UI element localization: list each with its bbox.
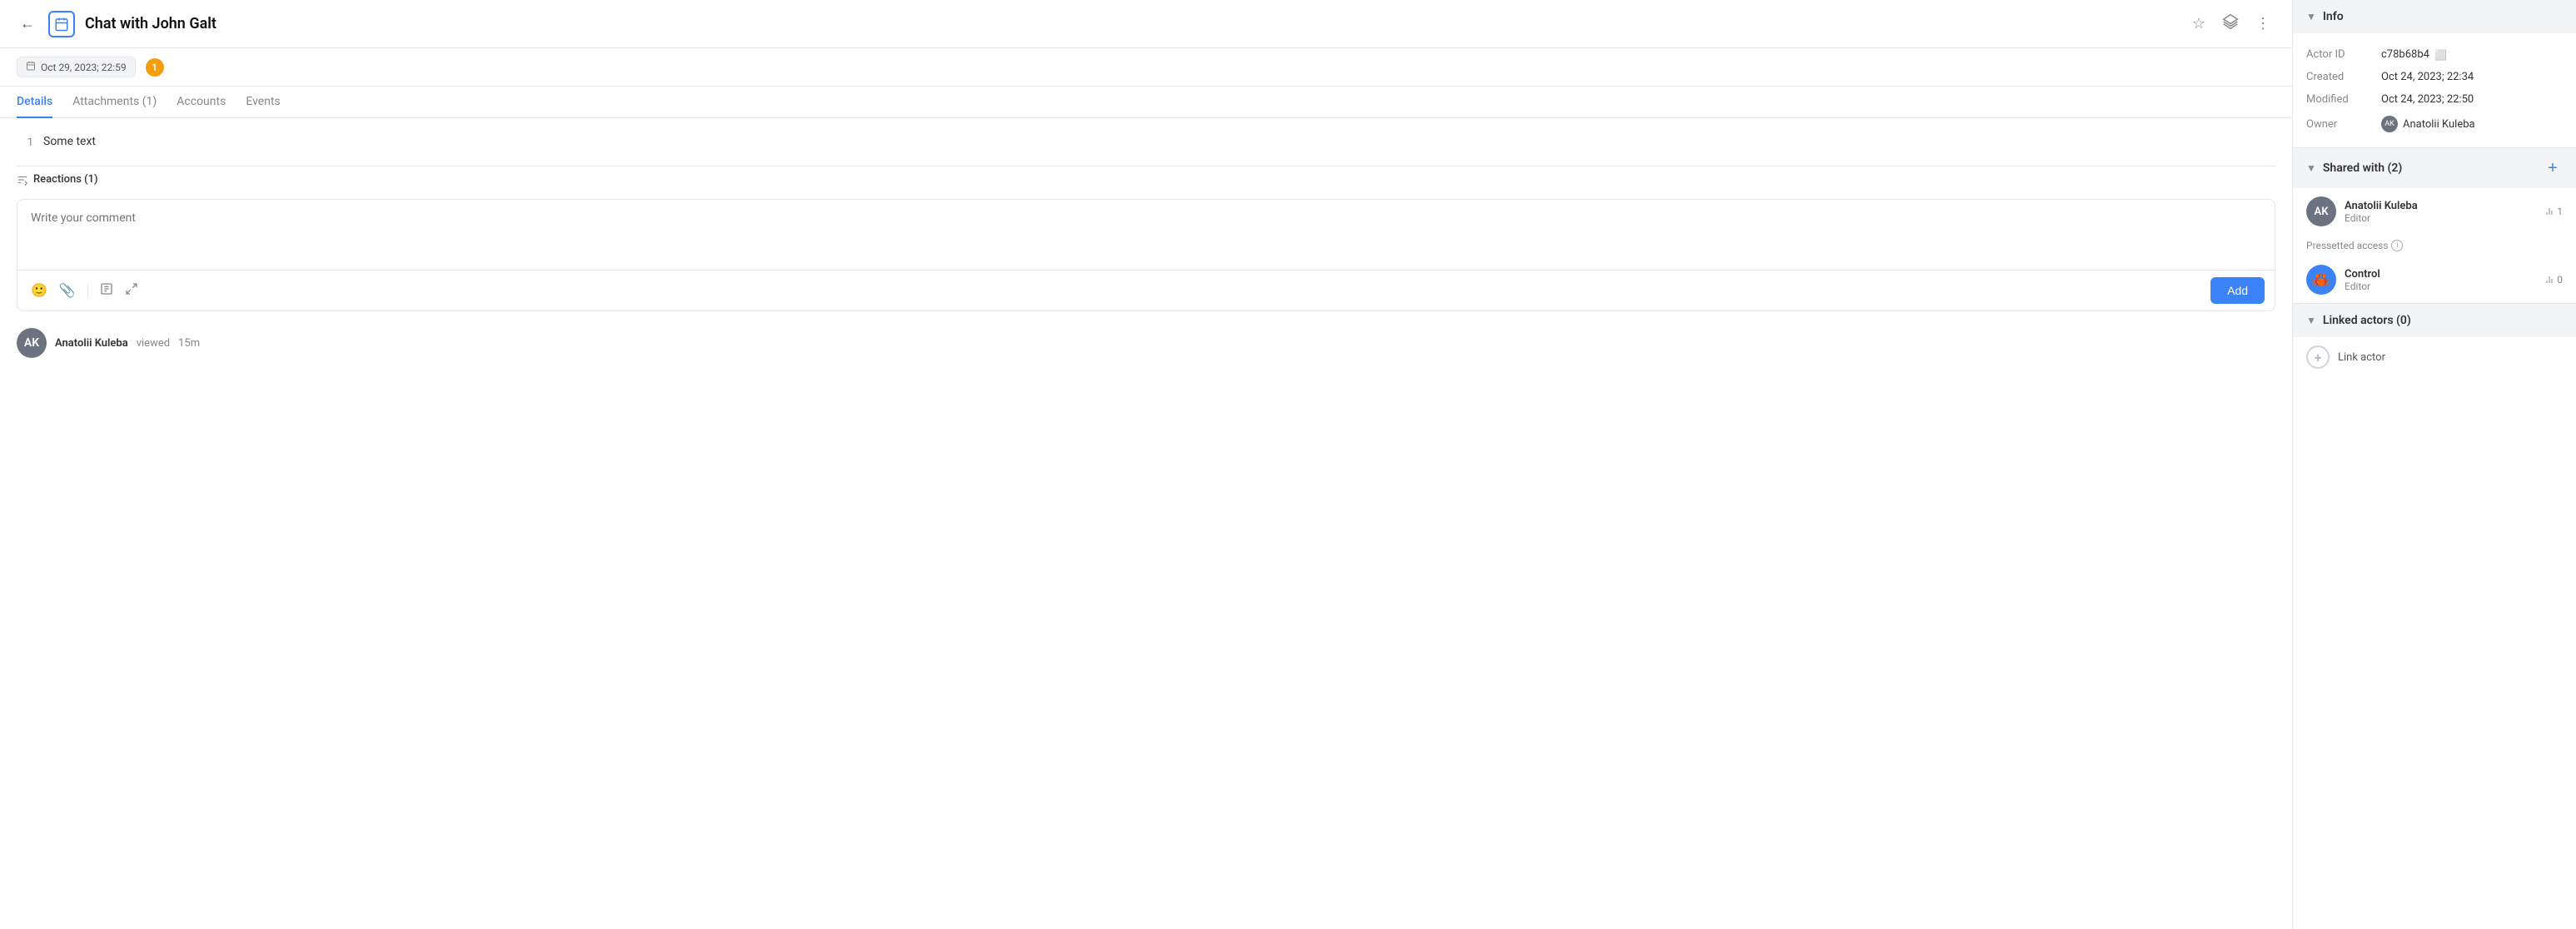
chevron-down-icon-3: ▼ — [2306, 315, 2316, 326]
presett-label: Pressetted access i — [2293, 235, 2576, 256]
calendar-icon — [48, 11, 75, 37]
created-row: Created Oct 24, 2023; 22:34 — [2306, 66, 2563, 88]
owner-label: Owner — [2306, 118, 2381, 131]
modified-value: Oct 24, 2023; 22:50 — [2381, 93, 2474, 106]
viewer-info: AK Anatolii Kuleba viewed 15m — [17, 325, 2275, 358]
star-icon: ☆ — [2192, 15, 2206, 32]
template-icon — [125, 285, 138, 299]
comment-box: 🙂 📎 — [17, 199, 2275, 311]
sort-icon — [17, 174, 28, 186]
message-text: Some text — [43, 135, 96, 148]
viewer-avatar: AK — [17, 328, 47, 358]
message-item: 1 Some text — [17, 135, 2275, 149]
comment-toolbar: 🙂 📎 — [17, 270, 2275, 310]
info-rows: Actor ID c78b68b4 ⬜ Created Oct 24, 2023… — [2293, 33, 2576, 147]
shared-user-name: Anatolii Kuleba — [2345, 200, 2536, 212]
modified-label: Modified — [2306, 93, 2381, 106]
template-button[interactable] — [122, 279, 142, 303]
info-section-header[interactable]: ▼ Info — [2293, 0, 2576, 33]
toolbar-divider — [87, 284, 88, 297]
tab-accounts[interactable]: Accounts — [177, 87, 226, 118]
shared-user-avatar: AK — [2306, 196, 2336, 226]
control-name: Control — [2345, 268, 2536, 281]
created-value: Oct 24, 2023; 22:34 — [2381, 71, 2474, 83]
link-actor-item[interactable]: + Link actor — [2293, 337, 2576, 377]
header-actions: ☆ ⋮ — [2187, 8, 2275, 39]
more-icon: ⋮ — [2255, 15, 2270, 32]
tab-details[interactable]: Details — [17, 87, 52, 118]
mention-icon — [100, 285, 113, 299]
link-actor-plus-icon: + — [2306, 345, 2330, 369]
date-badge: Oct 29, 2023; 22:59 — [17, 57, 136, 77]
modified-row: Modified Oct 24, 2023; 22:50 — [2306, 88, 2563, 111]
linked-section: ▼ Linked actors (0) + Link actor — [2293, 304, 2576, 377]
paperclip-icon: 📎 — [59, 284, 76, 298]
shared-user-info: Anatolii Kuleba Editor — [2345, 200, 2536, 224]
viewer-time: 15m — [178, 337, 200, 350]
control-info: Control Editor — [2345, 268, 2536, 292]
created-label: Created — [2306, 71, 2381, 83]
owner-avatar: AK — [2381, 116, 2398, 132]
page-title: Chat with John Galt — [85, 15, 2177, 32]
mention-button[interactable] — [97, 279, 117, 303]
control-stat: 0 — [2544, 274, 2563, 286]
viewer-name: Anatolii Kuleba — [55, 337, 128, 350]
shared-user-stat: 1 — [2544, 206, 2563, 217]
chevron-down-icon: ▼ — [2306, 11, 2316, 22]
calendar-small-icon — [26, 61, 36, 73]
layers-button[interactable] — [2217, 8, 2244, 39]
presett-info-icon[interactable]: i — [2391, 240, 2403, 251]
right-panel: ▼ Info Actor ID c78b68b4 ⬜ Created Oct 2… — [2293, 0, 2576, 929]
shared-user-role: Editor — [2345, 212, 2536, 224]
control-avatar: 🦀 — [2306, 265, 2336, 295]
more-button[interactable]: ⋮ — [2250, 10, 2275, 37]
chevron-down-icon-2: ▼ — [2306, 162, 2316, 174]
linked-section-header[interactable]: ▼ Linked actors (0) — [2293, 304, 2576, 337]
reactions-section: Reactions (1) — [17, 166, 2275, 199]
actor-id-row: Actor ID c78b68b4 ⬜ — [2306, 43, 2563, 66]
control-item: 🦀 Control Editor 0 — [2293, 256, 2576, 303]
viewer-action: viewed — [137, 337, 170, 350]
shared-user-item: AK Anatolii Kuleba Editor 1 — [2293, 188, 2576, 235]
tab-attachments[interactable]: Attachments (1) — [72, 87, 157, 118]
star-button[interactable]: ☆ — [2187, 10, 2210, 37]
info-section: ▼ Info Actor ID c78b68b4 ⬜ Created Oct 2… — [2293, 0, 2576, 148]
shared-section-label: Shared with (2) — [2323, 161, 2402, 175]
main-content: 1 Some text Reactions (1) 🙂 — [0, 118, 2292, 929]
link-actor-label: Link actor — [2338, 351, 2385, 364]
message-number: 1 — [17, 135, 33, 149]
emoji-icon: 🙂 — [31, 284, 47, 298]
actor-id-value: c78b68b4 ⬜ — [2381, 48, 2447, 61]
count-badge: 1 — [146, 58, 164, 77]
back-icon: ← — [20, 15, 35, 32]
back-button[interactable]: ← — [17, 12, 38, 36]
info-section-label: Info — [2323, 10, 2344, 23]
add-comment-button[interactable]: Add — [2210, 277, 2265, 304]
shared-section-header[interactable]: ▼ Shared with (2) + — [2293, 148, 2576, 188]
add-shared-button[interactable]: + — [2543, 158, 2563, 178]
tabs-bar: Details Attachments (1) Accounts Events — [0, 87, 2292, 118]
shared-section: ▼ Shared with (2) + AK Anatolii Kuleba E… — [2293, 148, 2576, 304]
linked-section-label: Linked actors (0) — [2323, 314, 2411, 327]
owner-row: Owner AK Anatolii Kuleba — [2306, 111, 2563, 137]
emoji-button[interactable]: 🙂 — [27, 279, 51, 302]
copy-icon[interactable]: ⬜ — [2434, 49, 2447, 61]
reactions-label: Reactions (1) — [33, 173, 98, 186]
comment-input[interactable] — [17, 200, 2275, 266]
layers-icon — [2222, 13, 2239, 34]
owner-value: AK Anatolii Kuleba — [2381, 116, 2475, 132]
tab-events[interactable]: Events — [246, 87, 280, 118]
actor-id-label: Actor ID — [2306, 48, 2381, 61]
date-value: Oct 29, 2023; 22:59 — [41, 62, 127, 73]
attach-button[interactable]: 📎 — [56, 279, 79, 302]
control-role: Editor — [2345, 281, 2536, 292]
